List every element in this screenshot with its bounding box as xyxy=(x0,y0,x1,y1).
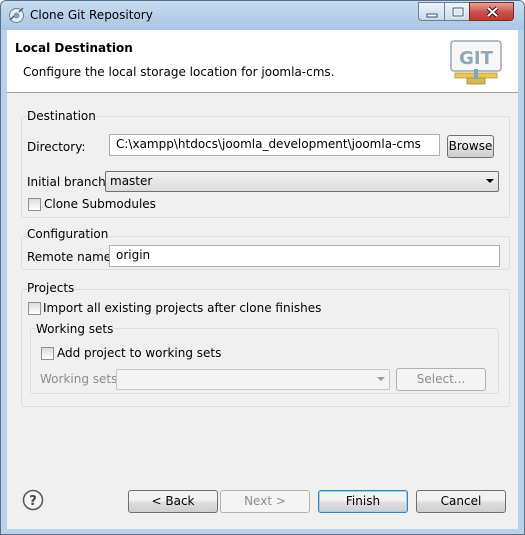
initial-branch-select[interactable]: master xyxy=(105,171,499,192)
window-title: Clone Git Repository xyxy=(30,8,153,22)
initial-branch-label: Initial branch: xyxy=(27,175,110,189)
app-icon xyxy=(9,7,24,23)
destination-group-label: Destination xyxy=(27,109,96,123)
close-button[interactable] xyxy=(469,2,514,21)
initial-branch-value: master xyxy=(110,174,153,188)
minimize-button[interactable] xyxy=(418,2,445,21)
close-icon xyxy=(486,6,499,18)
finish-button[interactable]: Finish xyxy=(318,490,408,513)
help-icon[interactable]: ? xyxy=(22,489,44,511)
add-to-working-sets-checkbox[interactable] xyxy=(41,347,54,360)
import-projects-checkbox[interactable] xyxy=(28,302,41,315)
remote-name-input[interactable]: origin xyxy=(109,245,500,267)
cancel-button[interactable]: Cancel xyxy=(416,490,506,513)
wizard-banner: Local Destination Configure the local st… xyxy=(7,30,518,93)
remote-name-label: Remote name: xyxy=(27,250,116,264)
working-sets-select[interactable] xyxy=(116,369,390,390)
import-projects-label: Import all existing projects after clone… xyxy=(43,301,322,315)
page-description: Configure the local storage location for… xyxy=(23,65,335,79)
dialog-window: Clone Git Repository Local Destination C… xyxy=(0,0,525,535)
directory-label: Directory: xyxy=(27,140,86,154)
chevron-down-icon xyxy=(377,377,385,381)
minimize-icon xyxy=(426,13,438,18)
title-bar[interactable]: Clone Git Repository xyxy=(1,1,524,30)
projects-group-label: Projects xyxy=(27,281,75,295)
working-sets-group-label: Working sets xyxy=(36,322,114,336)
svg-text:?: ? xyxy=(29,494,37,509)
clone-submodules-checkbox[interactable] xyxy=(28,198,41,211)
dialog-body: Local Destination Configure the local st… xyxy=(7,30,518,529)
select-working-sets-button[interactable]: Select... xyxy=(396,368,486,391)
next-button[interactable]: Next > xyxy=(220,490,310,513)
maximize-button[interactable] xyxy=(444,2,470,21)
maximize-icon xyxy=(451,6,465,18)
configuration-group-label: Configuration xyxy=(27,227,109,241)
clone-submodules-label: Clone Submodules xyxy=(44,197,156,211)
browse-button[interactable]: Browse xyxy=(447,135,494,158)
directory-input[interactable]: C:\xampp\htdocs\joomla_development\jooml… xyxy=(109,134,440,156)
chevron-down-icon xyxy=(486,179,494,183)
git-logo-icon: GIT xyxy=(450,40,502,85)
page-title: Local Destination xyxy=(15,41,133,55)
svg-text:GIT: GIT xyxy=(459,48,493,69)
working-sets-label: Working sets: xyxy=(40,372,122,386)
add-to-working-sets-label: Add project to working sets xyxy=(57,346,222,360)
back-button[interactable]: < Back xyxy=(128,490,218,513)
